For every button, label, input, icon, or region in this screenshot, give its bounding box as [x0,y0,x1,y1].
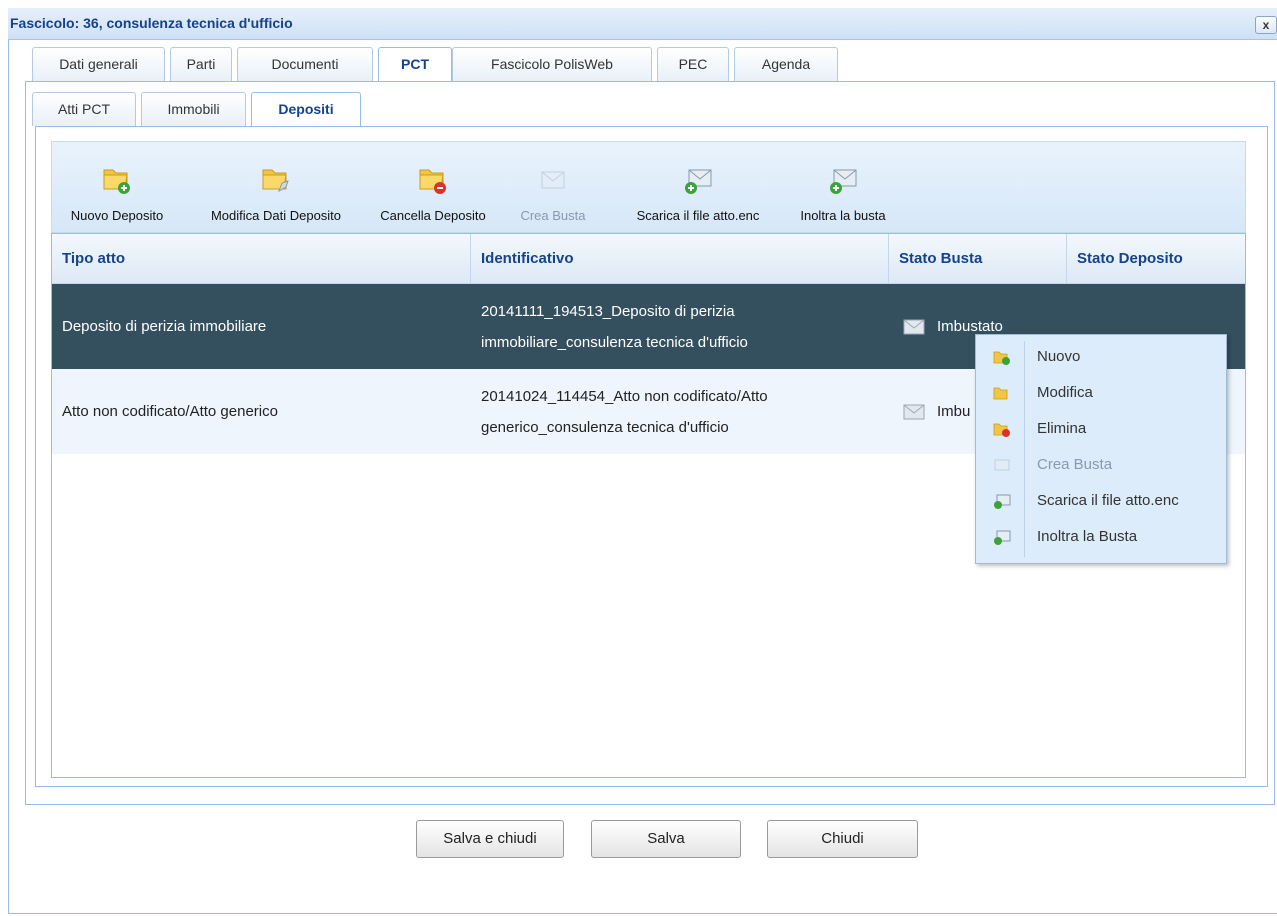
folder-delete-icon [993,423,1010,437]
menu-item-scarica[interactable]: Scarica il file atto.enc [976,483,1226,519]
create-envelope-button[interactable]: Crea Busta [508,142,598,234]
envelope-icon [903,404,925,420]
tab-dati-generali[interactable]: Dati generali [32,47,165,81]
menu-item-label: Crea Busta [1037,456,1113,473]
forward-envelope-label: Inoltra la busta [800,208,886,223]
menu-item-nuovo[interactable]: Nuovo [976,339,1226,375]
forward-envelope-button[interactable]: Inoltra la busta [784,142,902,234]
menu-item-label: Modifica [1037,384,1093,401]
column-stato-busta[interactable]: Stato Busta [889,234,1067,284]
envelope-send-icon [994,530,1011,545]
download-file-label: Scarica il file atto.enc [636,208,760,223]
close-dialog-button[interactable]: Chiudi [767,820,918,858]
grid-header: Tipo atto Identificativo Stato Busta Sta… [52,234,1245,284]
menu-item-label: Nuovo [1037,348,1081,365]
identificativo-line-2: generico_consulenza tecnica d'ufficio [481,419,729,436]
envelope-download-icon [994,494,1011,509]
tab-documenti[interactable]: Documenti [237,47,373,81]
folder-edit-icon [262,169,289,193]
subtab-immobili[interactable]: Immobili [141,92,246,126]
envelope-icon [994,459,1010,471]
stato-busta-text: Imbustato [937,318,1003,335]
menu-item-modifica[interactable]: Modifica [976,375,1226,411]
tab-pct[interactable]: PCT [378,47,452,83]
subtab-depositi[interactable]: Depositi [251,92,361,128]
save-and-close-button[interactable]: Salva e chiudi [416,820,564,858]
column-identificativo[interactable]: Identificativo [471,234,889,284]
column-tipo-atto[interactable]: Tipo atto [52,234,471,284]
subtab-atti-pct[interactable]: Atti PCT [32,92,136,126]
cell-tipo-atto: Deposito di perizia immobiliare [62,318,267,335]
delete-deposit-button[interactable]: Cancella Deposito [370,142,496,234]
menu-item-elimina[interactable]: Elimina [976,411,1226,447]
delete-deposit-label: Cancella Deposito [380,208,486,223]
cell-tipo-atto: Atto non codificato/Atto generico [62,403,278,420]
stato-busta-text: Imbu [937,403,971,420]
envelope-icon [541,171,565,189]
tab-fascicolo-polisweb[interactable]: Fascicolo PolisWeb [452,47,652,81]
identificativo-line-2: immobiliare_consulenza tecnica d'ufficio [481,334,748,351]
cell-identificativo: 20141024_114454_Atto non codificato/Atto… [471,369,889,454]
toolbar: Nuovo Deposito Modifica Dati Deposito Ca… [51,141,1246,233]
envelope-download-icon [685,169,712,194]
folder-add-icon [103,169,130,194]
new-deposit-label: Nuovo Deposito [70,208,164,223]
window-title: Fascicolo: 36, consulenza tecnica d'uffi… [10,15,293,31]
close-button[interactable]: x [1255,16,1277,34]
menu-item-crea-busta[interactable]: Crea Busta [976,447,1226,483]
create-envelope-label: Crea Busta [520,208,586,223]
title-bar[interactable]: Fascicolo: 36, consulenza tecnica d'uffi… [8,8,1277,40]
download-file-button[interactable]: Scarica il file atto.enc [618,142,778,234]
tab-agenda[interactable]: Agenda [734,47,838,81]
identificativo-line-1: 20141024_114454_Atto non codificato/Atto [481,388,768,405]
save-button[interactable]: Salva [591,820,741,858]
tab-parti[interactable]: Parti [170,47,232,81]
new-deposit-button[interactable]: Nuovo Deposito [52,142,182,234]
menu-item-label: Inoltra la Busta [1037,528,1138,545]
identificativo-line-1: 20141111_194513_Deposito di perizia [481,303,735,320]
button-bar: Salva e chiudi Salva Chiudi [0,820,1277,860]
column-stato-deposito[interactable]: Stato Deposito [1067,234,1245,284]
menu-item-label: Elimina [1037,420,1087,437]
folder-edit-icon [993,387,1008,400]
edit-deposit-button[interactable]: Modifica Dati Deposito [187,142,365,234]
folder-add-icon [993,351,1010,365]
edit-deposit-label: Modifica Dati Deposito [210,208,342,223]
menu-item-inoltra[interactable]: Inoltra la Busta [976,519,1226,555]
tab-pec[interactable]: PEC [657,47,729,81]
cell-identificativo: 20141111_194513_Deposito di perizia immo… [471,284,889,369]
context-menu: Nuovo Modifica Elimina Crea Busta Scaric… [975,334,1227,564]
folder-delete-icon [419,169,446,194]
envelope-icon [903,319,925,335]
envelope-send-icon [830,169,857,194]
menu-item-label: Scarica il file atto.enc [1037,492,1179,509]
